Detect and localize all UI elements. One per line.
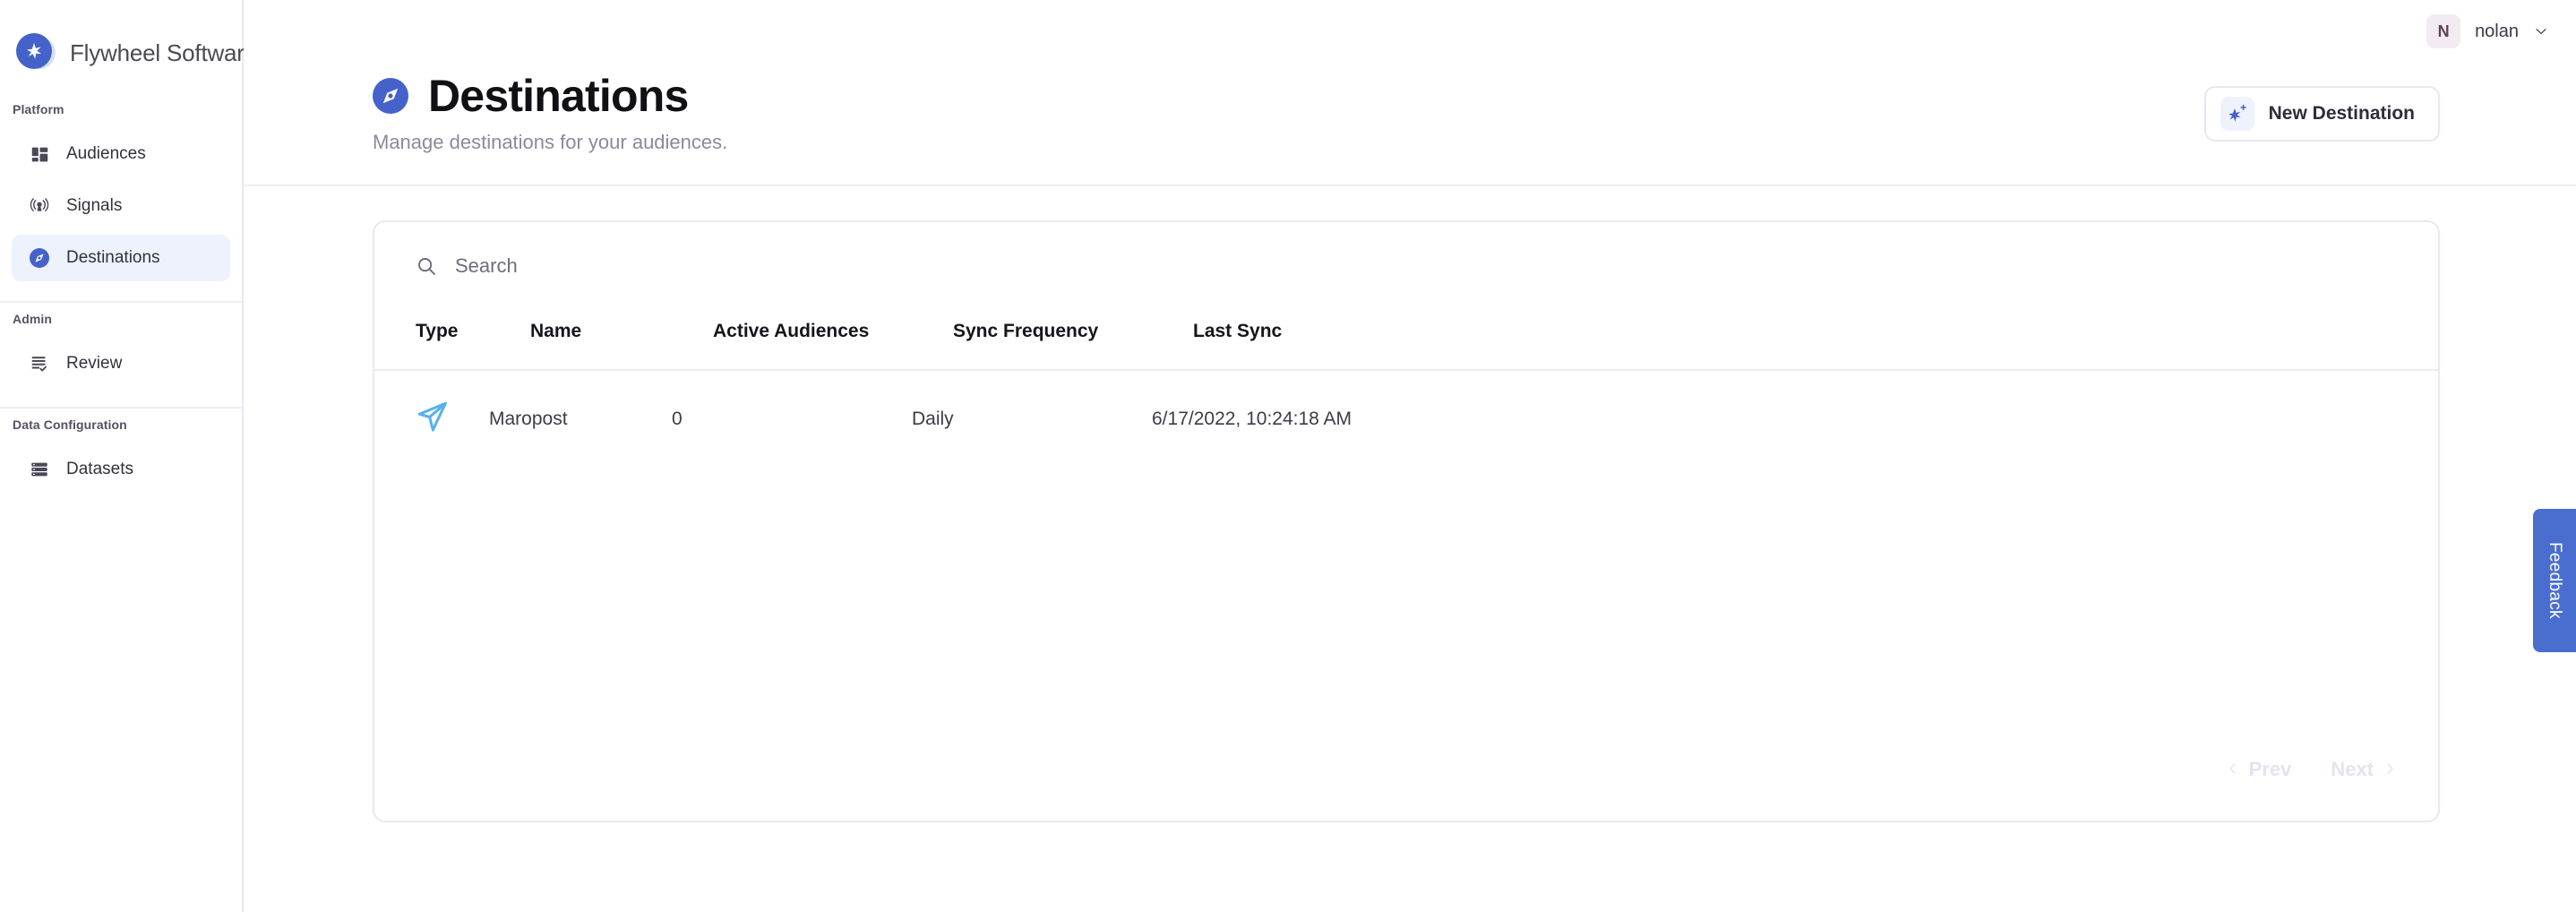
page-title-block: Destinations Manage destinations for you… xyxy=(373,73,727,154)
page-header: Destinations Manage destinations for you… xyxy=(244,63,2576,186)
search-icon xyxy=(416,255,437,277)
column-header-sync-frequency: Sync Frequency xyxy=(953,321,1099,341)
list-check-icon xyxy=(29,353,50,374)
pagination-next-label: Next xyxy=(2331,758,2374,780)
database-icon xyxy=(29,459,50,480)
compass-icon xyxy=(373,78,408,114)
chevron-right-icon xyxy=(2383,758,2397,781)
pagination: Prev Next xyxy=(374,758,2438,821)
sidebar-item-label: Signals xyxy=(66,196,123,215)
pagination-prev-button[interactable]: Prev xyxy=(2226,758,2292,781)
feedback-label: Feedback xyxy=(2546,542,2564,619)
column-header-last-sync: Last Sync xyxy=(1193,321,1283,341)
page-title: Destinations xyxy=(428,71,689,121)
chevron-down-icon[interactable] xyxy=(2533,23,2549,39)
cell-last-sync: 6/17/2022, 10:24:18 AM xyxy=(1152,409,1352,429)
cell-active-audiences: 0 xyxy=(672,409,683,429)
card-top: Type Name Active Audiences Sync Frequenc… xyxy=(374,222,2438,369)
column-header-name: Name xyxy=(530,321,582,341)
compass-icon xyxy=(29,247,50,269)
column-header-type: Type xyxy=(416,321,459,341)
paper-plane-icon xyxy=(414,401,451,440)
table-head: Type Name Active Audiences Sync Frequenc… xyxy=(416,310,2397,369)
sidebar-item-signals[interactable]: Signals xyxy=(12,183,230,229)
sidebar-item-label: Datasets xyxy=(66,460,133,478)
main-content: N nolan Destinations Manage destinations… xyxy=(244,0,2576,912)
page-subtitle: Manage destinations for your audiences. xyxy=(373,131,728,153)
sidebar-group-data-configuration: Data Configuration xyxy=(13,417,127,432)
brand-logo xyxy=(16,33,56,73)
table-header-row: Type Name Active Audiences Sync Frequenc… xyxy=(416,310,2397,369)
broadcast-icon xyxy=(29,195,50,217)
sidebar: Flywheel Software Platform Audiences Sig… xyxy=(0,0,257,912)
sidebar-item-review[interactable]: Review xyxy=(12,340,230,387)
destinations-table-body-wrap: Maropost 0 Daily 6/17/2022, 10:24:18 AM xyxy=(374,369,2438,468)
column-header-active-audiences: Active Audiences xyxy=(713,321,870,341)
user-menu[interactable]: N nolan xyxy=(2426,14,2549,48)
pagination-next-button[interactable]: Next xyxy=(2331,758,2397,781)
content-area: Type Name Active Audiences Sync Frequenc… xyxy=(244,186,2576,912)
sidebar-item-datasets[interactable]: Datasets xyxy=(12,446,230,493)
avatar: N xyxy=(2426,14,2461,48)
table-row[interactable]: Maropost 0 Daily 6/17/2022, 10:24:18 AM xyxy=(374,370,2438,468)
sparkle-plus-icon xyxy=(2220,97,2254,131)
pagination-prev-label: Prev xyxy=(2248,758,2292,780)
sidebar-item-destinations[interactable]: Destinations xyxy=(12,235,230,281)
search-input[interactable] xyxy=(455,254,992,278)
table-body: Maropost 0 Daily 6/17/2022, 10:24:18 AM xyxy=(374,370,2438,468)
app-root: Flywheel Software Platform Audiences Sig… xyxy=(0,0,2576,912)
topbar: N nolan xyxy=(244,0,2576,63)
brand[interactable]: Flywheel Software xyxy=(0,0,257,82)
sidebar-item-label: Destinations xyxy=(66,248,160,267)
sidebar-item-label: Review xyxy=(66,354,123,373)
sidebar-group-admin: Admin xyxy=(13,312,53,326)
search-row xyxy=(416,222,2397,310)
cell-sync-frequency: Daily xyxy=(912,409,954,429)
user-name: nolan xyxy=(2475,21,2519,41)
sidebar-item-label: Audiences xyxy=(66,144,146,163)
sparkle-icon xyxy=(16,33,52,69)
new-destination-label: New Destination xyxy=(2268,103,2415,124)
feedback-tab[interactable]: Feedback xyxy=(2533,509,2576,652)
new-destination-button[interactable]: New Destination xyxy=(2203,86,2440,142)
destinations-table: Type Name Active Audiences Sync Frequenc… xyxy=(416,310,2397,369)
sidebar-nav: Platform Audiences Signals Destinations … xyxy=(0,82,242,498)
cell-name: Maropost xyxy=(489,409,568,429)
chevron-left-icon xyxy=(2226,758,2240,781)
sidebar-group-platform: Platform xyxy=(13,102,64,116)
cell-type xyxy=(374,370,489,468)
dashboard-grid-icon xyxy=(29,143,50,165)
brand-name: Flywheel Software xyxy=(70,39,258,66)
destinations-card: Type Name Active Audiences Sync Frequenc… xyxy=(373,220,2440,822)
sidebar-item-audiences[interactable]: Audiences xyxy=(12,131,230,177)
